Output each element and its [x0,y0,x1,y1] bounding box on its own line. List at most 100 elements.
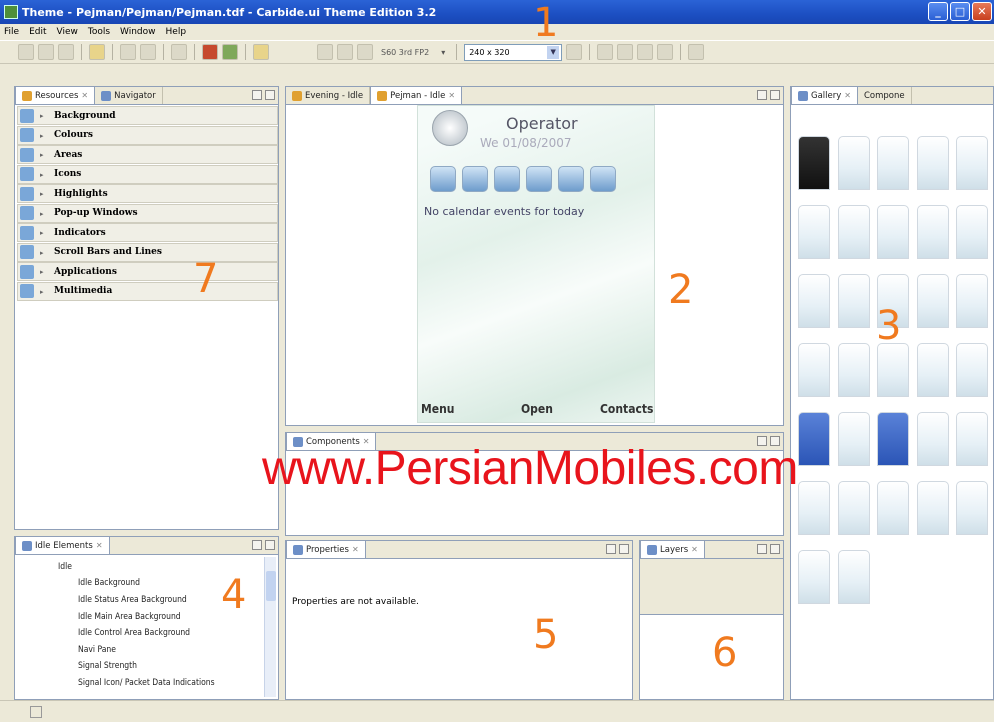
menu-view[interactable]: View [57,27,78,37]
tree-item[interactable]: Idle Background [78,578,140,588]
print-icon[interactable] [58,44,74,60]
tree-item[interactable]: Idle Control Area Background [78,628,190,638]
tree-item[interactable]: Idle Main Area Background [78,612,181,622]
expand-arrow-icon[interactable]: ▸ [40,111,48,120]
expand-arrow-icon[interactable]: ▸ [40,287,48,296]
import-icon[interactable] [222,44,238,60]
theme-thumbnail[interactable] [798,136,830,190]
theme-thumbnail[interactable] [917,343,949,397]
theme-thumbnail[interactable] [956,412,988,466]
tab-resources[interactable]: Resources ✕ [15,86,96,104]
maximize-view-button[interactable] [619,544,629,554]
device-dropdown-icon[interactable]: ▾ [437,48,449,57]
minimize-view-button[interactable] [606,544,616,554]
expand-arrow-icon[interactable]: ▸ [40,131,48,140]
undo-icon[interactable] [120,44,136,60]
theme-thumbnail[interactable] [956,205,988,259]
tab-layers[interactable]: Layers ✕ [640,540,705,558]
maximize-button[interactable]: □ [950,2,970,21]
theme-thumbnail[interactable] [877,136,909,190]
grid-icon[interactable] [202,44,218,60]
fast-view-icon[interactable] [30,706,42,718]
maximize-view-button[interactable] [265,90,275,100]
expand-arrow-icon[interactable]: ▸ [40,150,48,159]
shortcut-icon[interactable] [494,166,520,192]
theme-thumbnail[interactable] [917,412,949,466]
resource-category[interactable]: ▸ Areas [17,145,278,164]
menu-edit[interactable]: Edit [29,27,46,37]
vertical-scrollbar[interactable] [264,557,276,697]
resource-category[interactable]: ▸ Icons [17,164,278,184]
theme-thumbnail[interactable] [917,481,949,535]
shortcut-icon[interactable] [526,166,552,192]
theme-thumbnail[interactable] [838,550,870,604]
tree-item[interactable]: Signal Strength [78,661,137,671]
shortcut-icon[interactable] [590,166,616,192]
tab-gallery[interactable]: Gallery ✕ [791,86,858,104]
maximize-view-button[interactable] [770,90,780,100]
expand-arrow-icon[interactable]: ▸ [40,189,48,198]
minimize-button[interactable]: _ [928,2,948,21]
menu-window[interactable]: Window [120,27,156,37]
tab-properties[interactable]: Properties ✕ [286,540,366,558]
minimize-view-button[interactable] [757,544,767,554]
theme-thumbnail[interactable] [917,274,949,328]
tab-idle-elements[interactable]: Idle Elements ✕ [15,536,110,554]
wand-icon[interactable] [171,44,187,60]
theme-thumbnail[interactable] [838,412,870,466]
softkey-left[interactable]: Menu [421,402,454,416]
theme-thumbnail[interactable] [917,136,949,190]
softkey-middle[interactable]: Open [521,402,553,416]
resource-category[interactable]: ▸ Applications [17,262,278,281]
menu-help[interactable]: Help [166,27,187,37]
theme-thumbnail[interactable] [838,205,870,259]
minimize-view-button[interactable] [252,540,262,550]
save-icon[interactable] [38,44,54,60]
theme-thumbnail[interactable] [838,274,870,328]
cut-icon[interactable] [317,44,333,60]
shortcut-icon[interactable] [558,166,584,192]
zoom-in-icon[interactable] [337,44,353,60]
theme-thumbnail[interactable] [956,274,988,328]
resource-category[interactable]: ▸ Colours [17,125,278,145]
expand-arrow-icon[interactable]: ▸ [40,209,48,218]
record-icon[interactable] [657,44,674,60]
open-folder-icon[interactable] [89,44,105,60]
expand-arrow-icon[interactable]: ▸ [40,248,48,257]
resource-category[interactable]: ▸ Highlights [17,184,278,203]
close-button[interactable]: ✕ [972,2,992,21]
redo-icon[interactable] [140,44,156,60]
theme-thumbnail[interactable] [877,412,909,466]
theme-thumbnail[interactable] [798,481,830,535]
tab-components-gallery[interactable]: Compone [858,87,912,104]
resource-category[interactable]: ▸ Indicators [17,223,278,242]
theme-thumbnail[interactable] [838,343,870,397]
theme-thumbnail[interactable] [798,343,830,397]
minimize-view-button[interactable] [252,90,262,100]
theme-thumbnail[interactable] [877,343,909,397]
preview-icon[interactable] [566,44,583,60]
theme-thumbnail[interactable] [798,274,830,328]
tree-item-idle[interactable]: Idle [58,562,72,572]
maximize-view-button[interactable] [770,544,780,554]
theme-thumbnail[interactable] [798,550,830,604]
tab-navigator[interactable]: Navigator [95,87,163,104]
tree-item[interactable]: Navi Pane [78,645,116,655]
pause-icon[interactable] [617,44,634,60]
shortcut-icon[interactable] [430,166,456,192]
resource-category[interactable]: ▸ Background [17,106,278,125]
expand-arrow-icon[interactable]: ▸ [40,228,48,237]
theme-thumbnail[interactable] [956,343,988,397]
tab-evening-idle[interactable]: Evening - Idle [286,87,371,104]
expand-arrow-icon[interactable]: ▸ [40,267,48,276]
theme-thumbnail[interactable] [838,136,870,190]
new-icon[interactable] [18,44,34,60]
tree-item[interactable]: Idle Status Area Background [78,595,187,605]
phone-preview[interactable]: Operator We 01/08/2007 No calendar event… [417,105,655,423]
expand-arrow-icon[interactable]: ▸ [40,170,48,179]
scrollbar-thumb[interactable] [266,571,276,601]
device-label[interactable]: S60 3rd FP2 [377,48,433,57]
menu-file[interactable]: File [4,27,19,37]
pick-icon[interactable] [253,44,269,60]
theme-thumbnail[interactable] [877,205,909,259]
